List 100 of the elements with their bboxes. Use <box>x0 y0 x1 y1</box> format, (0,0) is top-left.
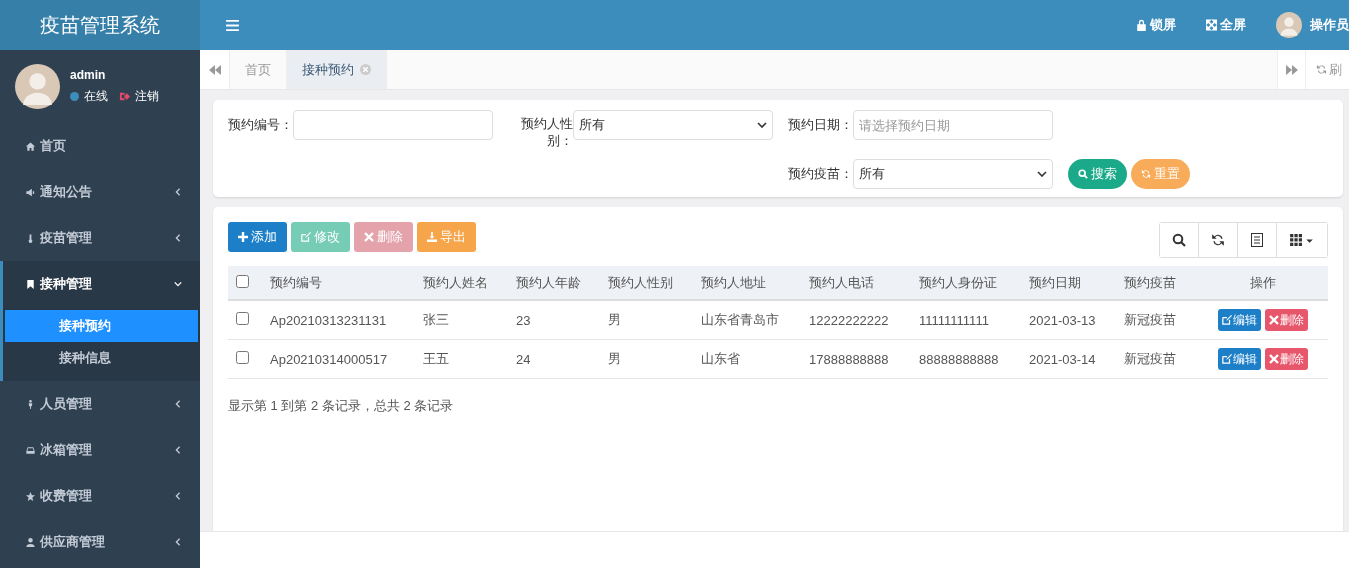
table-cell: 2021-03-14 <box>1021 339 1116 379</box>
sidebar-item[interactable]: 通知公告 <box>0 169 200 215</box>
cross-icon <box>1269 315 1279 325</box>
sidebar-item[interactable]: 首页 <box>0 123 200 169</box>
table-cell: 2021-03-13 <box>1021 300 1116 340</box>
table-cell: 张三 <box>415 300 508 340</box>
home-icon <box>25 140 36 152</box>
refresh-button[interactable]: 刷 <box>1305 50 1349 89</box>
column-header: 预约编号 <box>262 266 415 300</box>
app-title: 疫苗管理系统 <box>0 0 200 50</box>
field-label: 预约人性别： <box>520 115 573 149</box>
operator-name[interactable]: 操作员 <box>1310 16 1349 34</box>
chevron-left-icon <box>174 234 182 242</box>
chevron-left-icon <box>174 400 182 408</box>
sidebar-subitem[interactable]: 接种预约 <box>5 310 198 342</box>
refresh-icon <box>1141 169 1151 179</box>
row-checkbox[interactable] <box>236 312 249 325</box>
column-header: 预约人地址 <box>693 266 801 300</box>
delete-button[interactable]: 删除 <box>1265 309 1308 331</box>
table-cell: 17888888888 <box>801 339 911 379</box>
table-cell: 88888888888 <box>911 339 1021 379</box>
edit-icon <box>301 232 311 242</box>
search-icon <box>1078 169 1088 179</box>
online-status: 在线 <box>84 88 108 105</box>
bookmark-icon <box>25 278 36 290</box>
user-icon <box>25 536 36 548</box>
table-cell: 11111111111 <box>911 300 1021 340</box>
list-icon <box>1250 233 1264 247</box>
table-cell: 新冠疫苗 <box>1116 339 1198 379</box>
plus-icon <box>238 232 248 242</box>
refresh-icon <box>1316 64 1327 75</box>
field-label: 预约编号： <box>228 116 293 133</box>
cross-icon <box>364 232 374 242</box>
column-header: 操作 <box>1198 266 1328 300</box>
table-cell: 24 <box>508 339 600 379</box>
select-field[interactable]: 所有 <box>573 110 773 140</box>
sidebar-item[interactable]: 供应商管理 <box>0 519 200 565</box>
star-icon <box>25 490 36 502</box>
row-checkbox[interactable] <box>236 351 249 364</box>
download-icon <box>427 232 437 242</box>
sidebar-item[interactable]: 冰箱管理 <box>0 427 200 473</box>
chevron-left-icon <box>174 446 182 454</box>
table-cell: 新冠疫苗 <box>1116 300 1198 340</box>
delete-button[interactable]: 删除 <box>1265 348 1308 370</box>
column-header: 预约日期 <box>1021 266 1116 300</box>
sidebar-item[interactable]: 收费管理 <box>0 473 200 519</box>
select-all-checkbox[interactable] <box>236 274 249 288</box>
table-cell: 男 <box>600 300 693 340</box>
header-action[interactable]: 锁屏 <box>1136 16 1176 34</box>
edit-icon <box>1222 354 1232 364</box>
sidebar-item[interactable]: 疫苗管理 <box>0 215 200 261</box>
scroll-right-button[interactable] <box>1277 50 1305 89</box>
table-cell: Ap20210313231131 <box>262 300 415 340</box>
menu-icon[interactable] <box>226 19 239 31</box>
edit-button[interactable]: 编辑 <box>1218 309 1261 331</box>
avatar <box>15 64 60 109</box>
avatar <box>1276 12 1302 38</box>
online-status-dot <box>70 92 79 101</box>
toolbar-button[interactable]: 添加 <box>228 222 287 252</box>
form-button[interactable]: 搜索 <box>1068 159 1127 189</box>
column-header: 预约人身份证 <box>911 266 1021 300</box>
field-label: 预约疫苗： <box>788 165 853 182</box>
grid-icon <box>1290 233 1314 247</box>
logout-link[interactable]: 注销 <box>119 88 159 105</box>
sidebar-subitem[interactable]: 接种信息 <box>5 342 198 374</box>
chevron-down-icon <box>1037 171 1047 177</box>
page-tab[interactable]: 接种预约 <box>287 50 387 89</box>
scroll-left-button[interactable] <box>200 50 230 89</box>
sidebar-item[interactable]: 人员管理 <box>0 381 200 427</box>
input-field[interactable] <box>293 110 493 140</box>
chevron-left-icon <box>174 188 182 196</box>
search-button[interactable] <box>1160 223 1199 257</box>
user-name: admin <box>70 68 107 82</box>
table-cell: 23 <box>508 300 600 340</box>
select-field[interactable]: 所有 <box>853 159 1053 189</box>
edit-icon <box>1222 315 1232 325</box>
input-field[interactable]: 请选择预约日期 <box>853 110 1053 140</box>
chevron-left-icon <box>174 492 182 500</box>
refresh-icon <box>1211 233 1225 247</box>
edit-button[interactable]: 编辑 <box>1218 348 1261 370</box>
table-cell: Ap20210314000517 <box>262 339 415 379</box>
chevron-down-icon <box>174 280 182 288</box>
column-header: 预约人性别 <box>600 266 693 300</box>
table-cell: 王五 <box>415 339 508 379</box>
field-label: 预约日期： <box>788 116 853 133</box>
sidebar-item[interactable]: 接种管理 <box>3 261 200 307</box>
column-header: 预约人年龄 <box>508 266 600 300</box>
double-right-icon <box>1285 64 1298 75</box>
table-cell: 山东省青岛市 <box>693 300 801 340</box>
header-action[interactable]: 全屏 <box>1206 16 1246 34</box>
column-header: 预约疫苗 <box>1116 266 1198 300</box>
double-left-icon <box>208 64 221 75</box>
table-cell: 男 <box>600 339 693 379</box>
table-cell: 12222222222 <box>801 300 911 340</box>
lock-icon <box>1136 19 1147 31</box>
column-header: 预约人姓名 <box>415 266 508 300</box>
tray-icon <box>25 444 36 456</box>
megaphone-icon <box>25 186 36 198</box>
pagination-info: 显示第 1 到第 2 条记录，总共 2 条记录 <box>228 397 455 415</box>
search-icon <box>1172 233 1186 247</box>
